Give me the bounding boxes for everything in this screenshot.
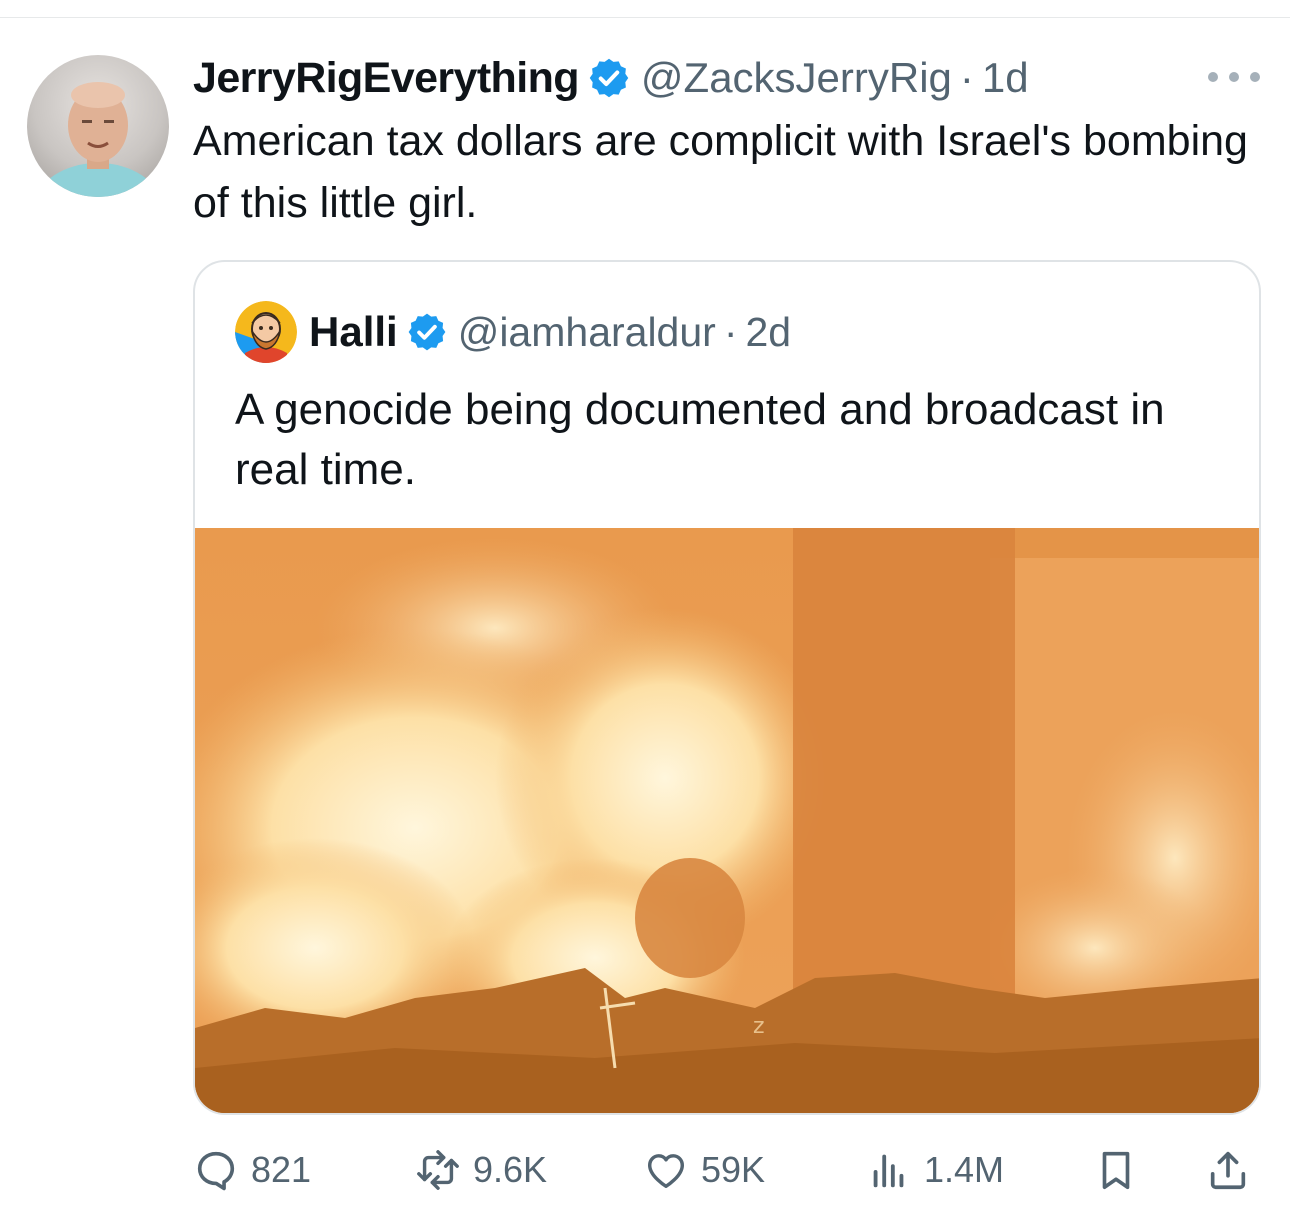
more-dot	[1229, 72, 1239, 82]
quoted-tweet-header: Halli @iamharaldur · 2d	[235, 300, 791, 364]
bookmark-icon	[1102, 1151, 1130, 1190]
views-icon	[873, 1154, 904, 1188]
like-count: 59K	[701, 1149, 766, 1190]
tweet-timestamp[interactable]: 1d	[982, 54, 1029, 102]
svg-text:z: z	[753, 1014, 765, 1039]
share-icon	[1210, 1151, 1246, 1190]
author-name[interactable]: JerryRigEverything	[193, 54, 580, 103]
quoted-tweet-card[interactable]: Halli @iamharaldur · 2d A genocide being…	[193, 260, 1261, 1115]
reply-button[interactable]: 821	[193, 1138, 311, 1202]
quoted-tweet-media[interactable]: z	[195, 528, 1259, 1113]
author-avatar[interactable]	[27, 55, 169, 197]
like-button[interactable]: 59K	[643, 1138, 765, 1202]
avatar-photo	[37, 82, 159, 197]
quoted-tweet-text: A genocide being documented and broadcas…	[235, 385, 1165, 494]
views-count: 1.4M	[924, 1149, 1005, 1190]
author-handle[interactable]: @ZacksJerryRig	[641, 54, 952, 102]
more-dot	[1208, 72, 1218, 82]
cartoon-avatar-icon	[235, 301, 297, 363]
bookmark-button[interactable]	[1093, 1138, 1151, 1202]
tweet-text: American tax dollars are complicit with …	[193, 117, 1248, 227]
fire-scene-image: z	[195, 528, 1259, 1113]
repost-button[interactable]: 9.6K	[415, 1138, 547, 1202]
verified-badge-icon[interactable]	[406, 311, 448, 353]
quoted-author-avatar[interactable]	[235, 301, 297, 363]
quoted-tweet-timestamp[interactable]: 2d	[745, 309, 791, 356]
more-dot	[1250, 72, 1260, 82]
quoted-author-handle[interactable]: @iamharaldur	[458, 309, 716, 356]
more-icon[interactable]	[1208, 62, 1260, 92]
reply-count: 821	[251, 1149, 312, 1190]
repost-icon	[417, 1150, 459, 1190]
verified-badge-icon[interactable]	[587, 56, 631, 100]
share-button[interactable]	[1205, 1138, 1263, 1202]
separator-dot: ·	[959, 54, 974, 101]
separator-dot: ·	[723, 308, 738, 355]
quoted-author-name[interactable]: Halli	[309, 308, 398, 356]
reply-icon	[197, 1151, 235, 1191]
like-icon	[647, 1154, 685, 1189]
top-divider	[0, 17, 1290, 18]
views-button[interactable]: 1.4M	[866, 1138, 1004, 1202]
tweet-actions-bar: 821 9.6K 59K 1.4M	[193, 1138, 1263, 1202]
tweet-header: JerryRigEverything @ZacksJerryRig · 1d	[193, 50, 1029, 106]
repost-count: 9.6K	[473, 1149, 548, 1190]
